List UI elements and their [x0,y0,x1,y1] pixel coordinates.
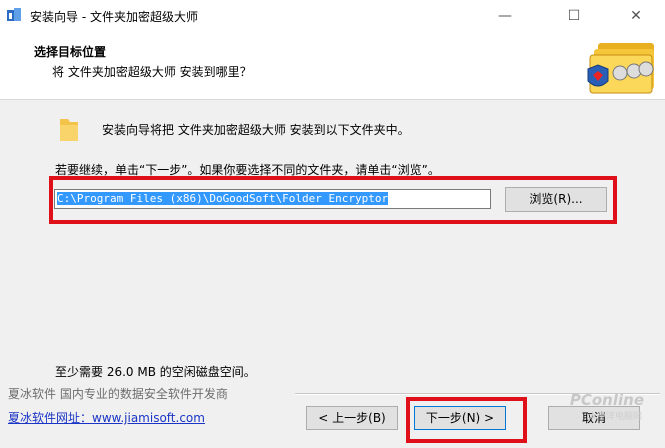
wizard-footer: 夏冰软件 国内专业的数据安全软件开发商 夏冰软件网址：www.jiamisoft… [0,385,665,448]
pconline-watermark: PConline 太平洋电脑网 [548,389,648,422]
window-title: 安装向导 - 文件夹加密超级大师 [30,10,198,24]
back-button[interactable]: < 上一步(B) [306,406,398,430]
watermark-brand: PConline [569,391,644,409]
page-title: 选择目标位置 [34,45,107,59]
highlight-box-next [406,397,527,443]
installer-app-icon [7,8,21,21]
close-button[interactable]: ✕ [613,0,659,31]
disk-space-text: 至少需要 26.0 MB 的空闲磁盘空间。 [55,365,256,379]
page-subtitle: 将 文件夹加密超级大师 安装到哪里？ [52,65,252,79]
wizard-header: 选择目标位置 将 文件夹加密超级大师 安装到哪里？ [0,31,665,100]
maximize-button[interactable]: ☐ [551,0,597,31]
title-bar: 安装向导 - 文件夹加密超级大师 — ☐ ✕ [0,0,665,31]
company-tagline: 夏冰软件 国内专业的数据安全软件开发商 [8,387,228,401]
watermark-sub: 太平洋电脑网 [587,412,642,422]
highlight-box-path [49,176,617,224]
folder-icon [60,119,78,141]
website-link[interactable]: 夏冰软件网址：www.jiamisoft.com [8,409,205,426]
minimize-button[interactable]: — [482,0,528,31]
folder-lock-logo-icon [587,43,654,94]
wizard-content: 安装向导将把 文件夹加密超级大师 安装到以下文件夹中。 若要继续，单击“下一步”… [0,100,665,385]
install-intro-text: 安装向导将把 文件夹加密超级大师 安装到以下文件夹中。 [102,123,410,137]
